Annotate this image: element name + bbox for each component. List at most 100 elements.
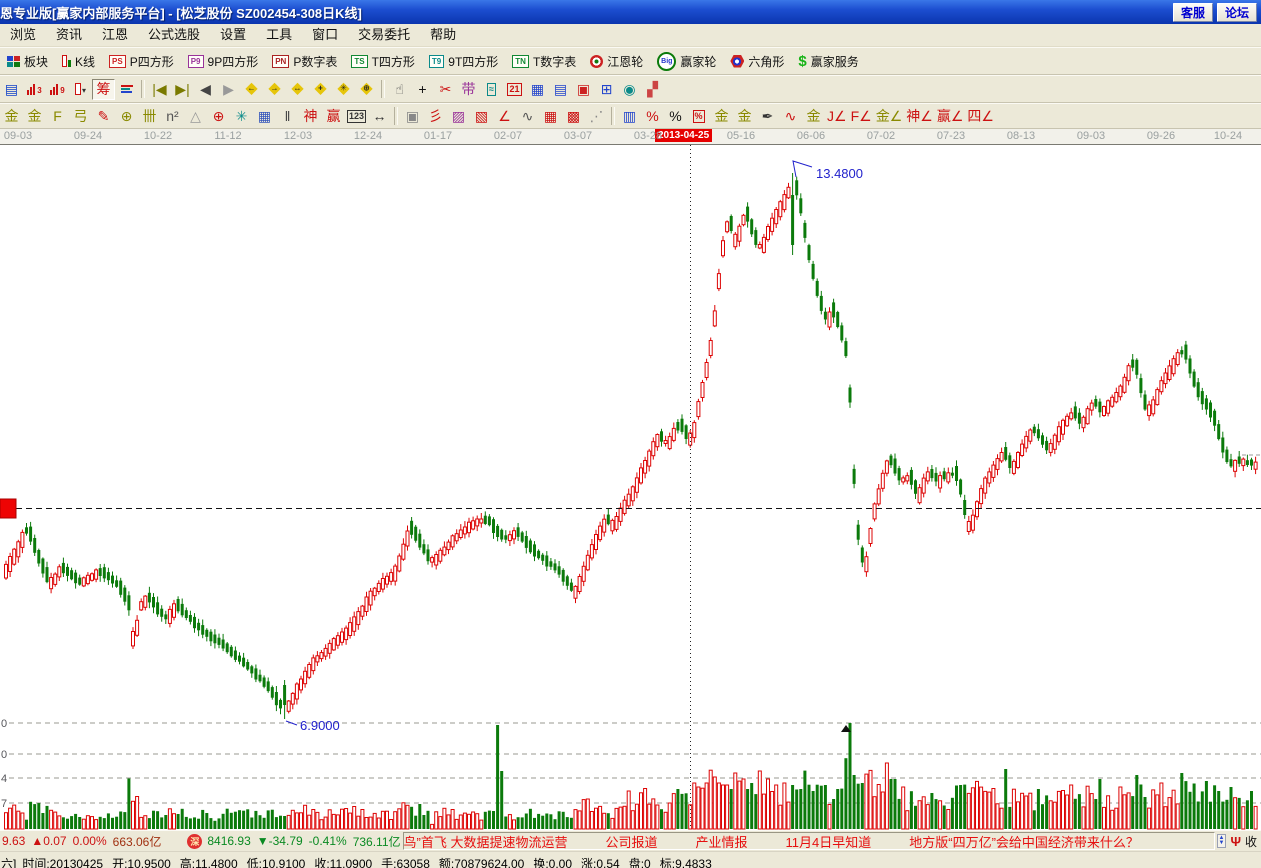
notes-icon[interactable]: ▤ (549, 79, 572, 100)
next-icon[interactable]: ▶ (217, 79, 240, 100)
menu-item-设置[interactable]: 设置 (210, 24, 256, 46)
ticker-segment[interactable]: 地方版“四万亿”会给中国经济带来什么？ (909, 832, 1139, 850)
kline-chart[interactable]: 004713.48006.9000 (0, 145, 1261, 830)
rect-tool-icon[interactable]: ▣ (401, 106, 424, 127)
web-icon[interactable]: ◉ (618, 79, 641, 100)
ray-fan-icon[interactable]: 彡 (424, 106, 447, 127)
zigzag-icon[interactable]: ∿ (516, 106, 539, 127)
red-grid-icon[interactable]: ▦ (539, 106, 562, 127)
minute-9-icon[interactable]: 9 (46, 79, 69, 100)
winner-service-button[interactable]: $赢家服务 (798, 53, 858, 70)
hexagon-button[interactable]: 六角形 (730, 53, 784, 70)
fibonacci-icon[interactable]: F (46, 106, 69, 127)
calendar-icon[interactable]: 21 (503, 79, 526, 100)
gann-square2-icon[interactable]: 金 (23, 106, 46, 127)
ticker-spinner[interactable]: ▲▼ (1217, 834, 1227, 848)
angle-mirror-icon[interactable]: △ (184, 106, 207, 127)
menu-item-交易委托[interactable]: 交易委托 (348, 24, 420, 46)
kline-button[interactable]: K线 (62, 53, 95, 70)
shade-box2-icon[interactable]: ▧ (470, 106, 493, 127)
sort-flag-icon[interactable] (115, 79, 138, 100)
angle-line-icon[interactable]: ∠ (493, 106, 516, 127)
save-icon[interactable]: ▣ (572, 79, 595, 100)
gann-target-icon[interactable]: ⊕ (207, 106, 230, 127)
brush-icon[interactable]: ✒ (756, 106, 779, 127)
menu-item-江恩[interactable]: 江恩 (92, 24, 138, 46)
width-measure-icon[interactable]: ↔ (368, 106, 391, 127)
pct-box-icon[interactable]: % (687, 106, 710, 127)
diamond-add-icon[interactable]: ◆+ (309, 79, 332, 100)
gann-wheel-button[interactable]: 江恩轮 (590, 53, 643, 70)
forum-button[interactable]: 论坛 (1217, 3, 1257, 22)
collapse-button[interactable]: 收 (1245, 833, 1257, 850)
pct-line-icon[interactable]: % (641, 106, 664, 127)
last-icon[interactable]: ▶| (171, 79, 194, 100)
p-table-button[interactable]: PNP数字表 (272, 53, 337, 70)
gold-angle-icon[interactable]: 金 (802, 106, 825, 127)
box-grid-icon[interactable]: ▦ (253, 106, 276, 127)
minute-3-icon[interactable]: 3 (23, 79, 46, 100)
shade-box-icon[interactable]: ▨ (447, 106, 470, 127)
crosshair-icon[interactable]: + (411, 79, 434, 100)
wave-box-icon[interactable]: ≈ (480, 79, 503, 100)
pen-icon[interactable]: ✎ (92, 106, 115, 127)
calc-icon[interactable]: ▦ (526, 79, 549, 100)
cut-icon[interactable]: ✂ (434, 79, 457, 100)
star-grid-icon[interactable]: ✳ (230, 106, 253, 127)
chip-dist-icon[interactable]: 筹 (92, 79, 115, 100)
gann-square-icon[interactable]: 金 (0, 106, 23, 127)
menu-item-公式选股[interactable]: 公式选股 (138, 24, 210, 46)
shen-tool-icon[interactable]: 神 (299, 106, 322, 127)
gold-line-icon[interactable]: 金 (733, 106, 756, 127)
first-icon[interactable]: |◀ (148, 79, 171, 100)
layout-icon[interactable]: ▞ (641, 79, 664, 100)
export-icon[interactable]: ⊞ (595, 79, 618, 100)
hand-icon[interactable]: ☝ (388, 79, 411, 100)
grid-lines-icon[interactable]: 卌 (138, 106, 161, 127)
diamond-right-icon[interactable]: ◆→ (263, 79, 286, 100)
ticker-segment[interactable]: 11月4日早知道 (786, 832, 872, 850)
circle-grid-icon[interactable]: ⊕ (115, 106, 138, 127)
shen-angle-icon[interactable]: 神∠ (904, 106, 935, 127)
gold-angle2-icon[interactable]: 金∠ (874, 106, 905, 127)
gold-circle-icon[interactable]: 金 (710, 106, 733, 127)
menu-item-资讯[interactable]: 资讯 (46, 24, 92, 46)
menu-item-浏览[interactable]: 浏览 (0, 24, 46, 46)
t-table-button[interactable]: TNT数字表 (512, 53, 576, 70)
red-grid2-icon[interactable]: ▩ (562, 106, 585, 127)
t-square-button[interactable]: TST四方形 (351, 53, 415, 70)
ticker-segment[interactable]: 鸟”首飞 大数据提速物流运营 (404, 832, 568, 850)
menu-item-窗口[interactable]: 窗口 (302, 24, 348, 46)
p-square-button[interactable]: PSP四方形 (109, 53, 174, 70)
square-n2-icon[interactable]: n² (161, 106, 184, 127)
diamond-expand-icon[interactable]: ◆↔ (286, 79, 309, 100)
band-icon[interactable]: 带 (457, 79, 480, 100)
kline-style-icon[interactable]: ▾ (69, 79, 92, 100)
spiral-icon[interactable]: 弓 (69, 106, 92, 127)
news-ticker[interactable]: 鸟”首飞 大数据提速物流运营 公司报道 产业情报 11月4日早知道 地方版“四万亿”会给… (403, 832, 1215, 850)
win-angle-icon[interactable]: 赢∠ (935, 106, 966, 127)
sector-button[interactable]: 板块 (7, 53, 48, 70)
menu-item-帮助[interactable]: 帮助 (420, 24, 466, 46)
t9-square-button[interactable]: T99T四方形 (429, 53, 498, 70)
menu-item-工具[interactable]: 工具 (256, 24, 302, 46)
diamond-target-icon[interactable]: ◆⊕ (355, 79, 378, 100)
prev-icon[interactable]: ◀ (194, 79, 217, 100)
slash-lines-icon[interactable]: ⋰ (585, 106, 608, 127)
stats-table-icon[interactable]: ▥ (618, 106, 641, 127)
price-ruler-icon[interactable]: 123 (345, 106, 368, 127)
four-angle-icon[interactable]: 四∠ (965, 106, 996, 127)
double-line-icon[interactable]: ‖ (276, 106, 299, 127)
diamond-star-icon[interactable]: ◆✳ (332, 79, 355, 100)
pct-icon[interactable]: % (664, 106, 687, 127)
wave-icon[interactable]: ∿ (779, 106, 802, 127)
ticker-segment[interactable]: 产业情报 (696, 832, 748, 850)
report-icon[interactable]: ▤ (0, 79, 23, 100)
p9-square-button[interactable]: P99P四方形 (188, 53, 258, 70)
customer-service-button[interactable]: 客服 (1173, 3, 1213, 22)
diamond-left-icon[interactable]: ◆← (240, 79, 263, 100)
winner-wheel-button[interactable]: Big赢家轮 (657, 52, 716, 71)
ticker-segment[interactable]: 公司报道 (605, 832, 657, 850)
f-angle-icon[interactable]: F∠ (849, 106, 874, 127)
win-tool-icon[interactable]: 赢 (322, 106, 345, 127)
